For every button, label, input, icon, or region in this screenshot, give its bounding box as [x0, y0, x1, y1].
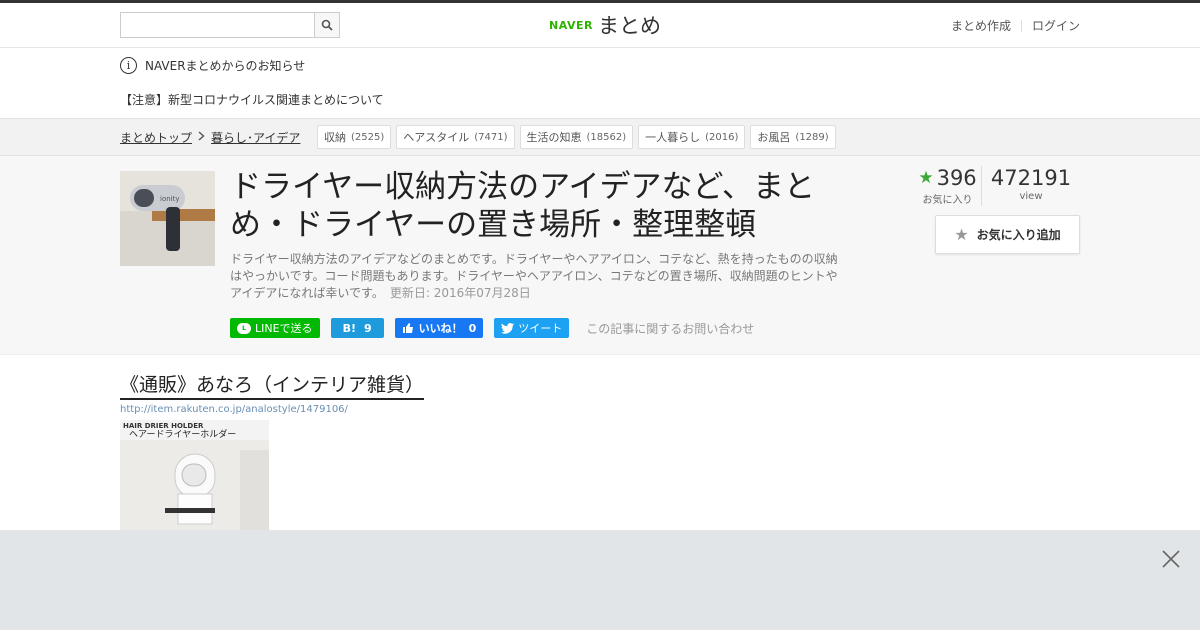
article-header: ionity ドライヤー収納方法のアイデアなど、まとめ・ドライヤーの置き場所・整…	[0, 156, 1200, 355]
view-count-block: 472191 view	[982, 166, 1080, 206]
breadcrumb: まとめトップ 暮らし･アイデア	[120, 129, 300, 146]
product-caption-ja: ヘアードライヤーホルダー	[129, 428, 236, 440]
hatena-count: 9	[363, 321, 372, 335]
breadcrumb-category[interactable]: 暮らし･アイデア	[211, 129, 300, 146]
tag-label: お風呂	[757, 131, 791, 144]
favorite-count-block: ★ 396 お気に入り	[918, 166, 982, 206]
thumb-brand-text: ionity	[160, 195, 180, 203]
login-link[interactable]: ログイン	[1032, 17, 1080, 34]
tag-count: (1289)	[795, 131, 829, 143]
star-outline-icon: ★	[954, 225, 969, 244]
tag-count: (18562)	[586, 131, 627, 143]
breadcrumb-bar: まとめトップ 暮らし･アイデア 収納 (2525) ヘアスタイル (7471) 生活…	[0, 118, 1200, 156]
close-icon	[1162, 550, 1180, 568]
article-thumbnail: ionity	[120, 171, 215, 266]
contact-link[interactable]: この記事に関するお問い合わせ	[586, 320, 754, 337]
article-description: ドライヤー収納方法のアイデアなどのまとめです。ドライヤーやヘアアイロン、コテなど…	[230, 251, 845, 302]
tag-count: (7471)	[474, 131, 508, 143]
notice-alert-link[interactable]: 【注意】新型コロナウイルス関連まとめについて	[120, 91, 384, 108]
facebook-like-label: いいね！	[418, 322, 463, 335]
hatena-icon: B!	[342, 321, 356, 335]
line-icon: L	[237, 322, 251, 334]
view-count-label: view	[1019, 191, 1043, 202]
product-caption-en: HAIR DRIER HOLDER	[123, 422, 204, 430]
section-title-link[interactable]: 《通販》あなろ（インテリア雑貨）	[120, 373, 425, 400]
create-matome-link[interactable]: まとめ作成	[951, 17, 1011, 34]
header-nav: まとめ作成 ログイン	[951, 17, 1080, 34]
star-icon: ★	[918, 168, 934, 188]
notice-title: NAVERまとめからのお知らせ	[145, 59, 306, 73]
twitter-bird-icon	[501, 322, 515, 334]
tag-label: 生活の知恵	[526, 131, 582, 144]
tag-item[interactable]: 一人暮らし (2016)	[638, 125, 746, 149]
line-share-label: LINEで送る	[255, 322, 313, 335]
tweet-button[interactable]: ツイート	[494, 318, 570, 338]
tag-label: 一人暮らし	[645, 131, 701, 144]
chevron-right-icon	[198, 131, 205, 144]
search-box	[120, 12, 340, 38]
close-ad-button[interactable]	[1160, 548, 1182, 570]
info-icon: i	[120, 57, 137, 74]
article-stats: ★ 396 お気に入り 472191 view	[918, 166, 1080, 206]
facebook-like-count: 0	[468, 321, 477, 335]
search-input[interactable]	[121, 13, 314, 37]
share-buttons: L LINEで送る B! 9 いいね！ 0 ツイート この記事に関するお問い合わ…	[230, 318, 754, 338]
updated-date: 更新日: 2016年07月28日	[389, 286, 531, 300]
hatena-bookmark-button[interactable]: B! 9	[330, 318, 384, 338]
tweet-label: ツイート	[518, 322, 563, 335]
add-favorite-button[interactable]: ★ お気に入り追加	[935, 215, 1080, 254]
tag-count: (2016)	[705, 131, 739, 143]
search-icon	[321, 19, 333, 31]
thumbs-up-icon	[402, 323, 413, 333]
search-button[interactable]	[314, 13, 339, 37]
tag-item[interactable]: 収納 (2525)	[317, 125, 392, 149]
article-title: ドライヤー収納方法のアイデアなど、まとめ・ドライヤーの置き場所・整理整頓	[230, 169, 815, 243]
nav-divider	[1020, 19, 1022, 32]
site-logo[interactable]: NAVER まとめ	[549, 11, 661, 39]
tag-list: 収納 (2525) ヘアスタイル (7471) 生活の知恵 (18562) 一人暮らし…	[317, 125, 841, 149]
tag-count: (2525)	[351, 131, 385, 143]
logo-product: まとめ	[597, 14, 661, 38]
favorite-count-label: お気に入り	[922, 195, 973, 206]
breadcrumb-top[interactable]: まとめトップ	[120, 129, 192, 146]
facebook-like-button[interactable]: いいね！ 0	[394, 318, 484, 338]
bottom-ad-overlay	[0, 530, 1200, 630]
site-header: NAVER まとめ まとめ作成 ログイン	[0, 3, 1200, 48]
section-url-link[interactable]: http://item.rakuten.co.jp/analostyle/147…	[120, 404, 348, 415]
tag-item[interactable]: お風呂 (1289)	[750, 125, 836, 149]
description-text: ドライヤー収納方法のアイデアなどのまとめです。ドライヤーやヘアアイロン、コテなど…	[230, 252, 838, 300]
notice-heading: i NAVERまとめからのお知らせ	[120, 57, 305, 74]
line-share-button[interactable]: L LINEで送る	[230, 318, 320, 338]
tag-label: 収納	[324, 131, 346, 144]
logo-brand: NAVER	[549, 18, 593, 32]
tag-item[interactable]: 生活の知恵 (18562)	[519, 125, 634, 149]
tag-label: ヘアスタイル	[403, 131, 470, 144]
favorite-count: 396	[936, 166, 977, 190]
view-count: 472191	[990, 166, 1072, 190]
add-favorite-label: お気に入り追加	[976, 228, 1061, 242]
product-image[interactable]: HAIR DRIER HOLDER ヘアードライヤーホルダー	[120, 420, 269, 530]
tag-item[interactable]: ヘアスタイル (7471)	[396, 125, 515, 149]
